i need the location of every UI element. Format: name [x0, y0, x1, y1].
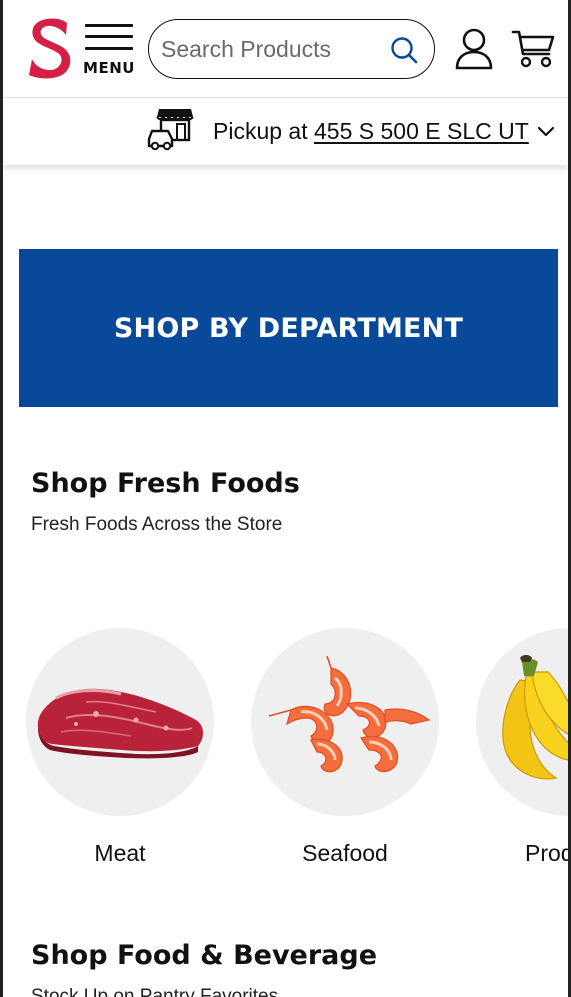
- cart-icon[interactable]: [511, 28, 557, 70]
- shrimp-image: [268, 655, 431, 773]
- hamburger-icon-line: [85, 47, 133, 50]
- category-label: Meat: [94, 840, 146, 866]
- hamburger-icon-line: [85, 35, 133, 38]
- section-subtitle: Fresh Foods Across the Store: [31, 514, 283, 535]
- section-title: Shop Food & Beverage: [31, 940, 378, 971]
- site-header: MENU: [3, 0, 568, 98]
- page: MENU Search Products Pickup at 455 S 500…: [0, 0, 571, 997]
- category-image: [26, 628, 214, 816]
- bananas-image: [502, 655, 568, 780]
- category-image: [476, 628, 568, 816]
- search-icon[interactable]: [389, 35, 419, 65]
- store-logo[interactable]: [27, 17, 73, 79]
- pickup-prefix: Pickup at: [213, 118, 314, 144]
- user-icon[interactable]: [454, 27, 494, 71]
- category-label: Seafood: [302, 840, 388, 866]
- pickup-location-selector[interactable]: Pickup at 455 S 500 E SLC UT: [3, 99, 568, 165]
- category-seafood[interactable]: Seafood: [251, 628, 439, 866]
- steak-image: [37, 688, 203, 759]
- category-produce[interactable]: Prod: [476, 628, 568, 866]
- banner-label: SHOP BY DEPARTMENT: [113, 312, 464, 344]
- hamburger-icon-line: [85, 24, 133, 27]
- category-meat[interactable]: Meat: [26, 628, 214, 866]
- category-label: Prod: [525, 840, 571, 866]
- menu-button[interactable]: MENU: [83, 22, 135, 78]
- search-box[interactable]: [148, 19, 435, 79]
- pickup-text: Pickup at 455 S 500 E SLC UT: [213, 118, 529, 145]
- store-car-icon: [147, 109, 194, 151]
- section-subtitle: Stock Up on Pantry Favorites: [31, 986, 279, 997]
- chevron-down-icon[interactable]: [537, 123, 555, 141]
- category-image: [251, 628, 439, 816]
- shop-by-department-banner[interactable]: SHOP BY DEPARTMENT: [19, 249, 558, 407]
- pickup-address[interactable]: 455 S 500 E SLC UT: [314, 118, 529, 144]
- section-title: Shop Fresh Foods: [31, 468, 300, 499]
- menu-label: MENU: [83, 59, 135, 77]
- search-input[interactable]: [161, 30, 381, 68]
